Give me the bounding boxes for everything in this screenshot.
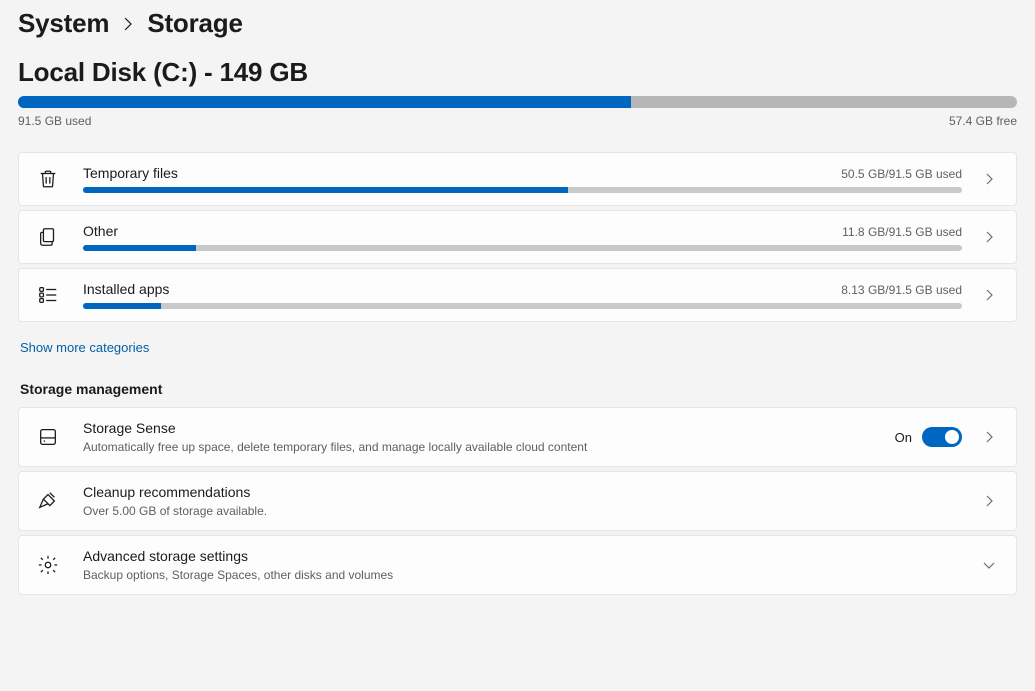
disk-used-label: 91.5 GB used [18,114,91,128]
document-stack-icon [29,226,67,248]
category-title: Installed apps [83,281,169,297]
chevron-right-icon [978,431,1000,443]
category-title: Temporary files [83,165,178,181]
apps-list-icon [29,284,67,306]
gear-icon [29,554,67,576]
chevron-right-icon [978,495,1000,507]
chevron-right-icon [978,173,1000,185]
chevron-right-icon [978,231,1000,243]
category-installed-apps[interactable]: Installed apps 8.13 GB/91.5 GB used [18,268,1017,322]
setting-cleanup-recommendations[interactable]: Cleanup recommendations Over 5.00 GB of … [18,471,1017,531]
show-more-categories-link[interactable]: Show more categories [20,340,149,355]
category-usage: 11.8 GB/91.5 GB used [842,225,962,239]
disk-title: Local Disk (C:) - 149 GB [18,57,1017,88]
category-usage: 8.13 GB/91.5 GB used [841,283,962,297]
category-other[interactable]: Other 11.8 GB/91.5 GB used [18,210,1017,264]
breadcrumb-parent[interactable]: System [18,8,109,39]
setting-subtitle: Backup options, Storage Spaces, other di… [83,568,962,582]
category-bar [83,187,962,193]
category-title: Other [83,223,118,239]
storage-sense-toggle[interactable] [922,427,962,447]
category-bar [83,245,962,251]
toggle-state-label: On [895,430,912,445]
setting-subtitle: Automatically free up space, delete temp… [83,440,879,454]
disk-usage-fill [18,96,631,108]
setting-subtitle: Over 5.00 GB of storage available. [83,504,962,518]
disk-free-label: 57.4 GB free [949,114,1017,128]
drive-icon [29,426,67,448]
chevron-right-icon [978,289,1000,301]
category-usage: 50.5 GB/91.5 GB used [841,167,962,181]
setting-title: Advanced storage settings [83,548,248,564]
broom-icon [29,490,67,512]
breadcrumb: System Storage [18,8,1017,39]
category-temporary-files[interactable]: Temporary files 50.5 GB/91.5 GB used [18,152,1017,206]
section-heading-storage-management: Storage management [20,381,1017,397]
chevron-right-icon [123,17,133,31]
category-bar [83,303,962,309]
setting-storage-sense[interactable]: Storage Sense Automatically free up spac… [18,407,1017,467]
setting-advanced-storage[interactable]: Advanced storage settings Backup options… [18,535,1017,595]
disk-usage-labels: 91.5 GB used 57.4 GB free [18,114,1017,128]
setting-title: Cleanup recommendations [83,484,250,500]
setting-title: Storage Sense [83,420,176,436]
chevron-down-icon [978,560,1000,570]
disk-usage-bar [18,96,1017,108]
breadcrumb-current: Storage [147,8,242,39]
trash-icon [29,168,67,190]
